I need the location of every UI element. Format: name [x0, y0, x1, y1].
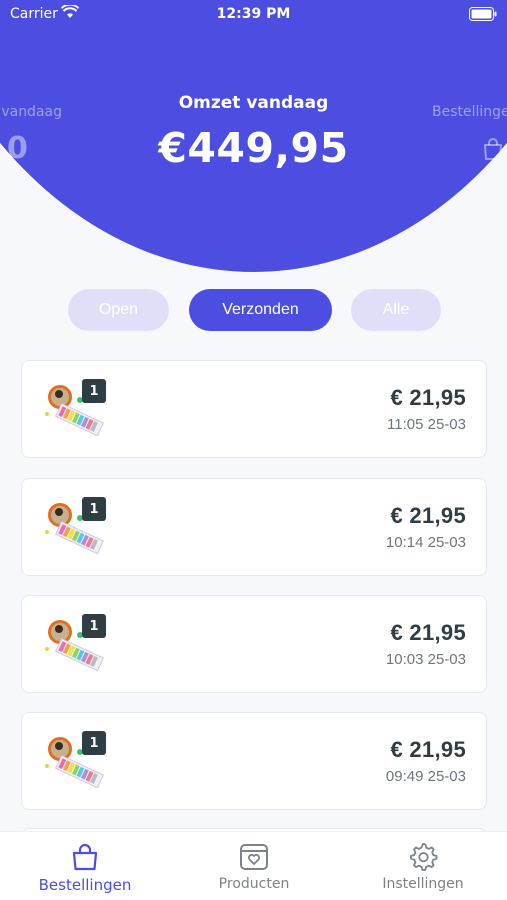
shopping-bag-icon — [72, 843, 98, 871]
battery-icon — [469, 7, 497, 21]
order-datetime: 10:14 25-03 — [385, 534, 466, 551]
tab-bar: Bestellingen Producten Instellingen — [0, 831, 507, 900]
filter-open-button[interactable]: Open — [68, 289, 169, 331]
order-datetime: 10:03 25-03 — [385, 651, 466, 668]
quantity-badge: 1 — [82, 614, 106, 638]
order-card[interactable]: 1 € 21,95 09:49 25-03 — [21, 712, 487, 810]
product-box-icon — [240, 844, 268, 870]
status-bar: Carrier 12:39 PM — [0, 0, 507, 30]
order-datetime: 11:05 25-03 — [387, 416, 466, 433]
tab-instellingen[interactable]: Instellingen — [370, 832, 476, 900]
quantity-badge: 1 — [82, 379, 106, 403]
order-price: € 21,95 — [390, 620, 466, 645]
quantity-badge: 1 — [82, 497, 106, 521]
tab-producten[interactable]: Producten — [200, 832, 308, 900]
tab-producten-label: Producten — [218, 876, 290, 892]
order-filter-tabs: Open Verzonden Alle — [0, 289, 507, 331]
revenue-title: Omzet vandaag — [178, 93, 329, 113]
tab-bestellingen[interactable]: Bestellingen — [30, 832, 140, 900]
order-datetime: 09:49 25-03 — [385, 768, 466, 785]
order-card[interactable]: 1 € 21,95 10:14 25-03 — [21, 478, 487, 576]
header-banner: Carrier 12:39 PM n vandaag 0 Omzet vanda… — [0, 0, 507, 272]
status-time: 12:39 PM — [216, 6, 291, 22]
order-card[interactable]: 1 € 21,95 10:03 25-03 — [21, 595, 487, 693]
order-price: € 21,95 — [390, 385, 466, 410]
order-price: € 21,95 — [390, 503, 466, 528]
quantity-badge: 1 — [82, 731, 106, 755]
order-card[interactable]: 1 € 21,95 11:05 25-03 — [21, 360, 487, 458]
tab-instellingen-label: Instellingen — [382, 876, 464, 892]
gear-icon — [410, 843, 438, 871]
tab-bestellingen-label: Bestellingen — [38, 876, 132, 894]
stat-right-title: Bestellinge — [432, 104, 507, 120]
revenue-value: €449,95 — [158, 124, 349, 172]
filter-verzonden-button[interactable]: Verzonden — [189, 289, 332, 331]
shopping-bag-icon — [484, 138, 502, 160]
filter-alle-button[interactable]: Alle — [351, 289, 441, 331]
order-price: € 21,95 — [390, 737, 466, 762]
